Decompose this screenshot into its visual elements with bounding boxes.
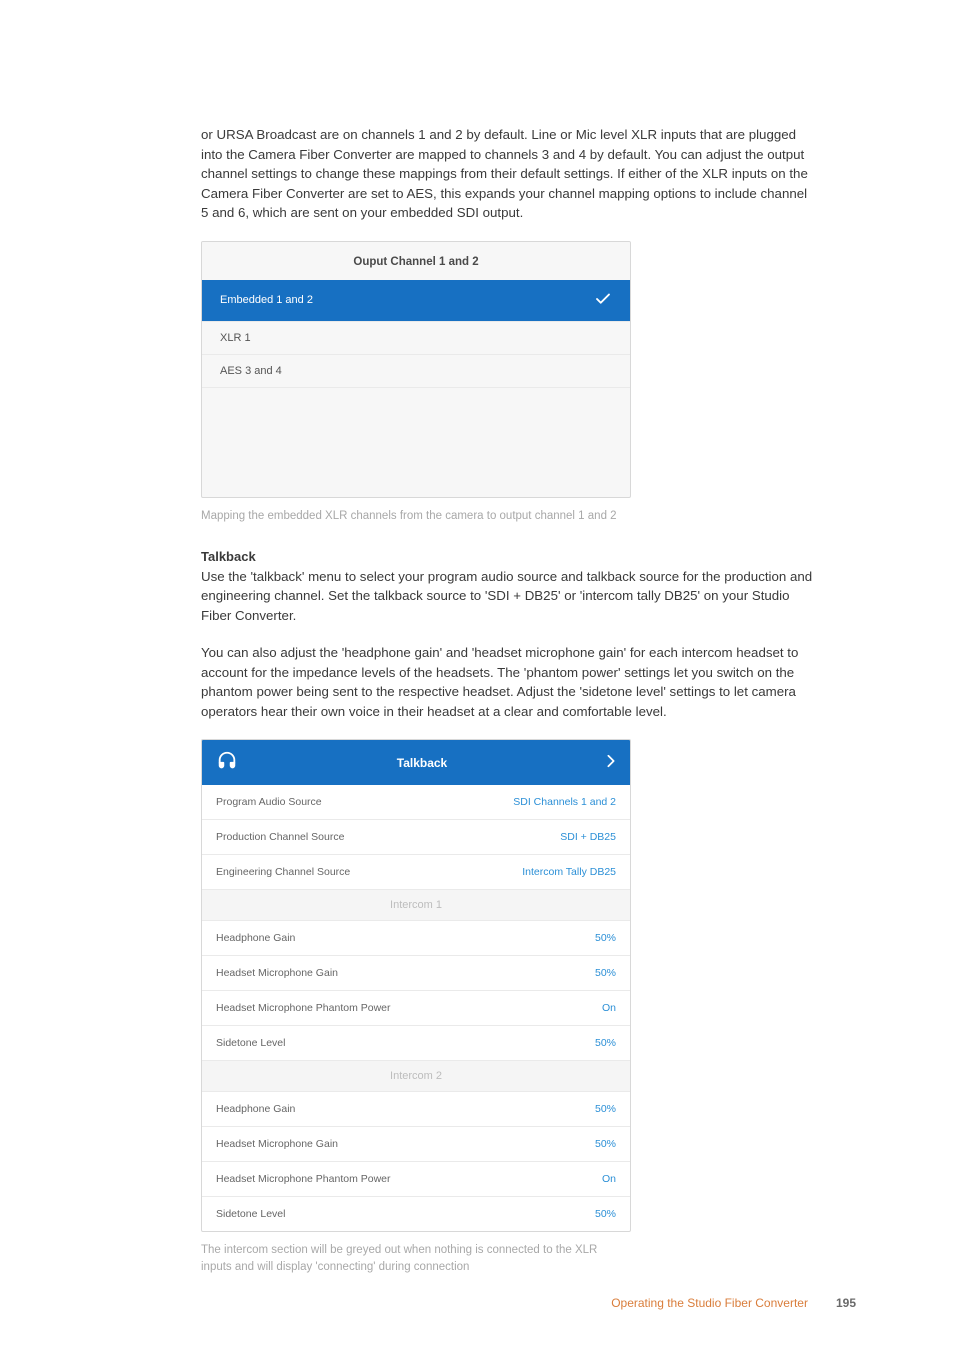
talkback-panel: Talkback Program Audio Source SDI Channe…: [201, 739, 631, 1232]
row-label: Headphone Gain: [216, 1103, 295, 1115]
row-label: Headset Microphone Gain: [216, 967, 338, 979]
caption-1: Mapping the embedded XLR channels from t…: [201, 508, 814, 524]
panel-row-label: XLR 1: [220, 332, 251, 344]
row-value: 50%: [595, 1138, 616, 1150]
footer-page-number: 195: [836, 1296, 856, 1310]
row-value: 50%: [595, 1103, 616, 1115]
row-label: Headset Microphone Phantom Power: [216, 1002, 391, 1014]
intercom1-phantom-power[interactable]: Headset Microphone Phantom Power On: [202, 991, 630, 1026]
row-value: 50%: [595, 967, 616, 979]
page-footer: Operating the Studio Fiber Converter 195: [611, 1296, 856, 1310]
intercom2-mic-gain[interactable]: Headset Microphone Gain 50%: [202, 1127, 630, 1162]
panel-row-aes[interactable]: AES 3 and 4: [202, 354, 630, 387]
talkback-heading: Talkback: [201, 549, 814, 564]
row-value: Intercom Tally DB25: [522, 866, 616, 878]
talkback-title: Talkback: [238, 756, 606, 770]
talkback-row-engineering[interactable]: Engineering Channel Source Intercom Tall…: [202, 855, 630, 890]
row-label: Headset Microphone Gain: [216, 1138, 338, 1150]
panel-header: Ouput Channel 1 and 2: [202, 242, 630, 280]
row-label: Headset Microphone Phantom Power: [216, 1173, 391, 1185]
row-label: Engineering Channel Source: [216, 866, 350, 878]
body-paragraph-3: You can also adjust the 'headphone gain'…: [201, 643, 814, 721]
row-label: Sidetone Level: [216, 1208, 285, 1220]
panel-row-label: AES 3 and 4: [220, 365, 282, 377]
talkback-row-production[interactable]: Production Channel Source SDI + DB25: [202, 820, 630, 855]
intercom1-mic-gain[interactable]: Headset Microphone Gain 50%: [202, 956, 630, 991]
body-paragraph-1: or URSA Broadcast are on channels 1 and …: [201, 125, 814, 223]
intercom-1-subheader: Intercom 1: [202, 890, 630, 921]
panel-row-label: Embedded 1 and 2: [220, 294, 313, 306]
row-label: Program Audio Source: [216, 796, 322, 808]
body-paragraph-2: Use the 'talkback' menu to select your p…: [201, 567, 814, 626]
row-value: 50%: [595, 932, 616, 944]
row-value: SDI + DB25: [560, 831, 616, 843]
headphones-icon: [216, 750, 238, 775]
row-value: On: [602, 1002, 616, 1014]
row-value: 50%: [595, 1208, 616, 1220]
chevron-right-icon[interactable]: [606, 754, 616, 771]
intercom-2-subheader: Intercom 2: [202, 1061, 630, 1092]
row-label: Headphone Gain: [216, 932, 295, 944]
footer-section-title: Operating the Studio Fiber Converter: [611, 1296, 808, 1310]
talkback-row-program-audio[interactable]: Program Audio Source SDI Channels 1 and …: [202, 785, 630, 820]
caption-2: The intercom section will be greyed out …: [201, 1242, 631, 1274]
intercom2-sidetone[interactable]: Sidetone Level 50%: [202, 1197, 630, 1231]
row-value: On: [602, 1173, 616, 1185]
panel-spacer: [202, 387, 630, 497]
intercom2-headphone-gain[interactable]: Headphone Gain 50%: [202, 1092, 630, 1127]
intercom1-sidetone[interactable]: Sidetone Level 50%: [202, 1026, 630, 1061]
row-value: 50%: [595, 1037, 616, 1049]
panel-row-embedded[interactable]: Embedded 1 and 2: [202, 280, 630, 321]
intercom1-headphone-gain[interactable]: Headphone Gain 50%: [202, 921, 630, 956]
talkback-header: Talkback: [202, 740, 630, 785]
output-channel-panel: Ouput Channel 1 and 2 Embedded 1 and 2 X…: [201, 241, 631, 498]
row-value: SDI Channels 1 and 2: [513, 796, 616, 808]
intercom2-phantom-power[interactable]: Headset Microphone Phantom Power On: [202, 1162, 630, 1197]
row-label: Production Channel Source: [216, 831, 344, 843]
panel-row-xlr1[interactable]: XLR 1: [202, 321, 630, 354]
check-icon: [594, 290, 612, 311]
row-label: Sidetone Level: [216, 1037, 285, 1049]
